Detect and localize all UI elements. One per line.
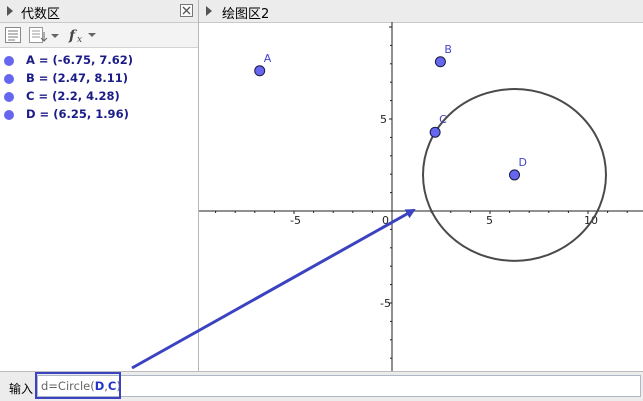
point-d	[509, 169, 520, 181]
algebra-object-list: A = (-6.75, 7.62) B = (2.47, 8.11) C = (…	[0, 52, 198, 124]
point-label-a: A	[264, 52, 272, 65]
list-item[interactable]: D = (6.25, 1.96)	[0, 106, 198, 124]
object-definition[interactable]: D = (6.25, 1.96)	[26, 107, 129, 121]
point-label-c: C	[439, 113, 447, 126]
point-label-b: B	[444, 43, 452, 56]
x-tick-label: 0	[382, 214, 389, 227]
x-tick-label: -5	[290, 214, 301, 227]
input-bar-toggle-fx-icon[interactable]: f x	[68, 26, 100, 44]
point-b	[434, 56, 446, 68]
command-input-field[interactable]: d=Circle(D,C)	[37, 375, 641, 397]
algebra-view-header[interactable]: 代数区	[0, 0, 198, 23]
algebra-toolbar: f x	[0, 23, 198, 48]
list-item[interactable]: C = (2.2, 4.28)	[0, 88, 198, 106]
point-visibility-toggle[interactable]	[4, 56, 14, 66]
point-a	[254, 65, 266, 77]
input-bar: 输入 d=Circle(D,C)	[0, 371, 643, 401]
point-c	[429, 126, 441, 138]
list-item[interactable]: A = (-6.75, 7.62)	[0, 52, 198, 70]
command-arg-1: D	[94, 379, 105, 393]
y-tick-label: 5	[380, 113, 387, 126]
coordinate-axes	[199, 22, 643, 371]
y-tick-label: -5	[380, 297, 391, 310]
point-visibility-toggle[interactable]	[4, 74, 14, 84]
graphics-view-title: 绘图区2	[222, 7, 270, 22]
point-visibility-toggle[interactable]	[4, 110, 14, 120]
object-definition[interactable]: A = (-6.75, 7.62)	[26, 53, 133, 67]
sort-objects-icon[interactable]	[28, 26, 62, 44]
x-tick-label: 5	[486, 214, 493, 227]
command-prefix: d=Circle(	[41, 379, 95, 393]
point-label-d: D	[519, 156, 527, 169]
algebra-view: 代数区 f x A = (-6.75, 7.62) B = (2.47, 8.1…	[0, 0, 199, 371]
point-visibility-toggle[interactable]	[4, 92, 14, 102]
graphics-view: 绘图区2 -5 0 5 10 5 -5 ABCD	[199, 0, 643, 371]
object-definition[interactable]: C = (2.2, 4.28)	[26, 89, 120, 103]
graphics-view-header[interactable]: 绘图区2	[199, 0, 643, 23]
close-icon[interactable]	[180, 4, 193, 17]
collapse-triangle-icon[interactable]	[7, 6, 13, 16]
input-label: 输入	[9, 382, 34, 396]
svg-text:x: x	[77, 35, 82, 44]
command-input-text[interactable]: d=Circle(D,C)	[41, 379, 121, 393]
algebra-view-title: 代数区	[21, 7, 61, 22]
command-suffix: )	[116, 379, 121, 393]
geometry-objects[interactable]: A B C D	[254, 43, 607, 262]
object-definition[interactable]: B = (2.47, 8.11)	[26, 71, 128, 85]
show-auxiliary-objects-icon[interactable]	[4, 26, 22, 44]
list-item[interactable]: B = (2.47, 8.11)	[0, 70, 198, 88]
collapse-triangle-icon[interactable]	[206, 6, 212, 16]
graphics-canvas[interactable]: -5 0 5 105-5 ABCD	[199, 22, 643, 371]
